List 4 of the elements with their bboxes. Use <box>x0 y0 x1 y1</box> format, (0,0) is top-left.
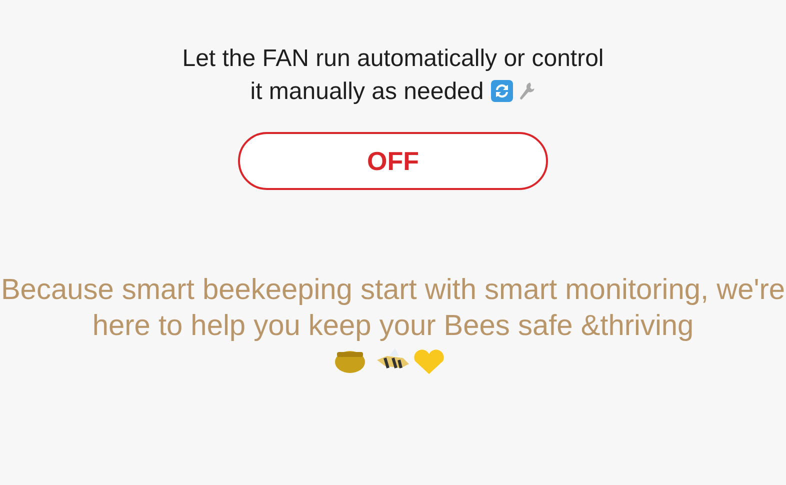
tagline-text: Because smart beekeeping start with smart monitoring, we're here to help you keep your Bees safe &thriving <box>0 273 786 344</box>
fan-instruction-text: Let the FAN run automatically or control it manually as needed <box>181 44 605 107</box>
sync-arrows-icon <box>490 79 514 103</box>
fan-toggle-button[interactable]: OFF <box>238 132 548 190</box>
